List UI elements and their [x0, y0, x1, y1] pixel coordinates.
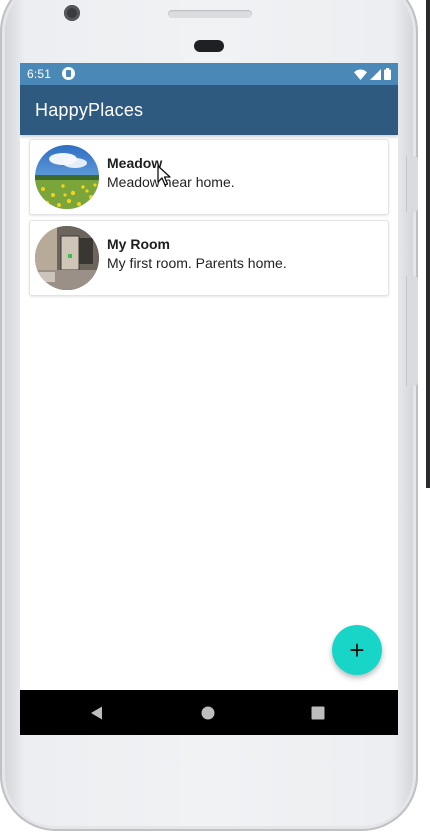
status-icons [354, 67, 391, 81]
room-thumbnail [35, 226, 99, 290]
device-screen: 6:51 HappyPlaces Meadow Meadow near home… [20, 63, 398, 735]
status-bar: 6:51 [20, 63, 398, 85]
volume-button[interactable] [406, 276, 418, 386]
background-strip [426, 0, 430, 488]
place-title: My Room [107, 236, 170, 252]
place-card-meadow[interactable]: Meadow Meadow near home. [29, 139, 389, 215]
app-bar: HappyPlaces [20, 85, 398, 135]
app-title: HappyPlaces [35, 100, 144, 120]
add-icon: + [349, 635, 365, 665]
emulator-stage: 6:51 HappyPlaces Meadow Meadow near home… [0, 0, 430, 833]
recents-icon[interactable] [308, 703, 328, 723]
back-icon[interactable] [88, 703, 108, 723]
status-time: 6:51 [27, 67, 52, 81]
place-card-my-room[interactable]: My Room My first room. Parents home. [29, 220, 389, 296]
add-place-button[interactable]: + [332, 625, 382, 675]
wifi-icon [354, 69, 367, 80]
app-notification-icon [62, 67, 75, 80]
meadow-thumbnail [35, 145, 99, 209]
proximity-sensor [194, 40, 224, 52]
battery-icon [384, 68, 391, 80]
navigation-bar [20, 690, 398, 735]
mouse-cursor-icon [157, 165, 173, 187]
place-title: Meadow [107, 155, 163, 171]
earpiece-speaker [168, 10, 252, 18]
home-icon[interactable] [198, 703, 218, 723]
front-camera [64, 5, 80, 21]
place-description: My first room. Parents home. [107, 255, 287, 271]
cell-signal-icon [370, 68, 381, 80]
power-button[interactable] [406, 156, 418, 212]
